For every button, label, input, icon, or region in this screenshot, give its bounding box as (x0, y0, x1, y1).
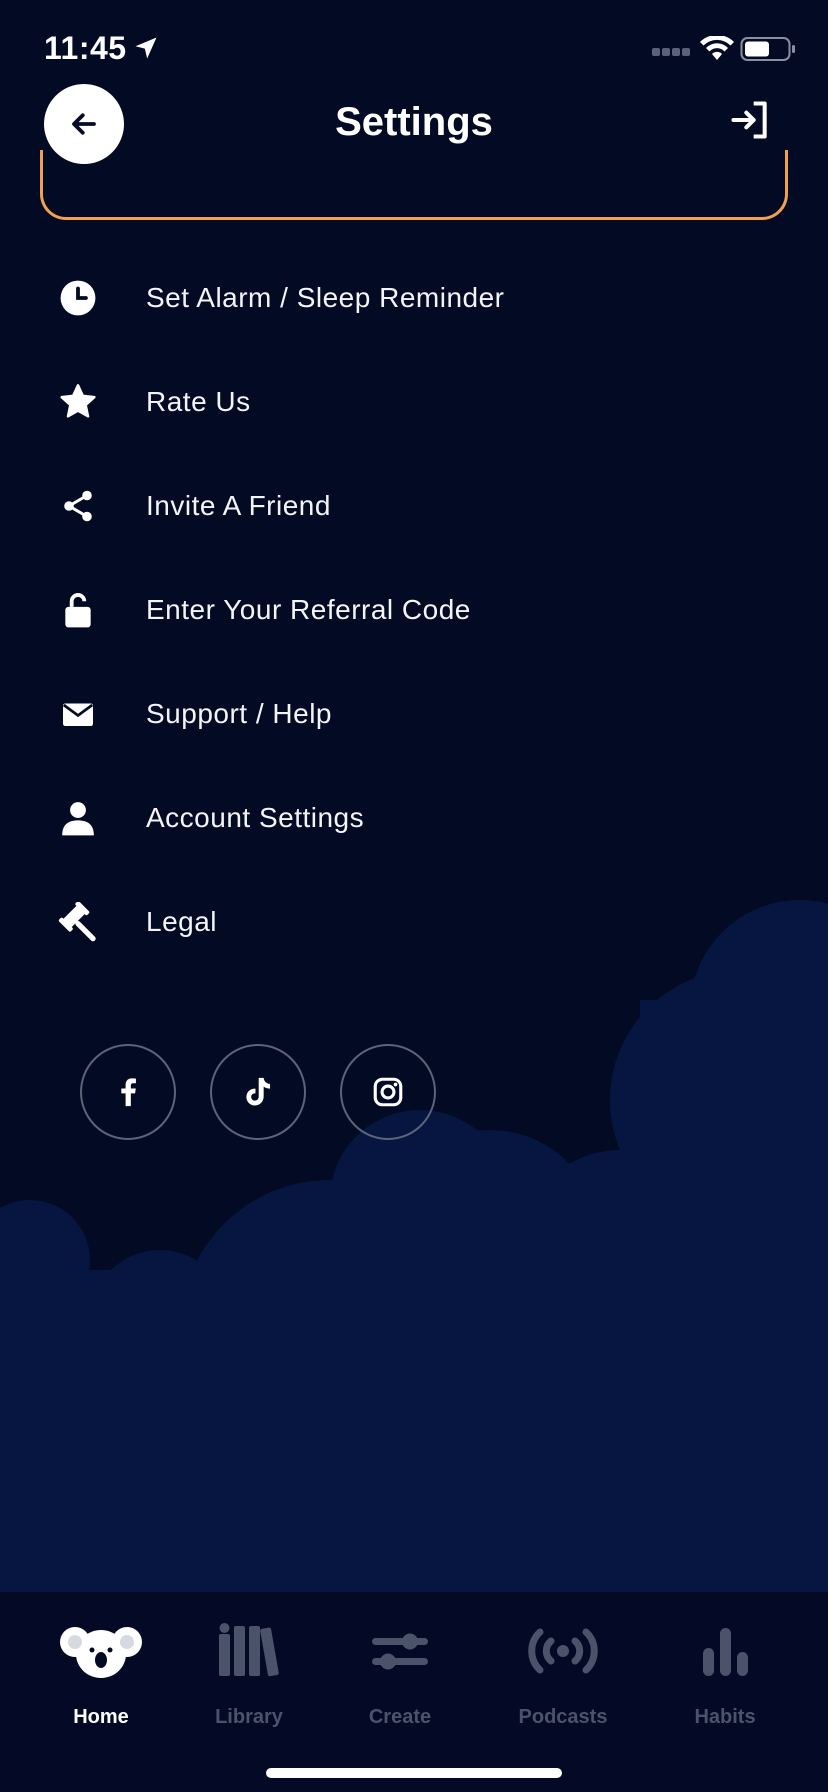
bottom-tab-bar: Home Library Create Podcasts Habits (0, 1592, 828, 1792)
battery-icon (740, 37, 795, 61)
menu-item-rate-us[interactable]: Rate Us (56, 372, 776, 432)
user-icon (62, 802, 94, 836)
tab-label: Habits (694, 1706, 756, 1728)
koala-icon (60, 1627, 142, 1678)
unlock-icon (65, 593, 91, 628)
clock-icon (60, 280, 96, 316)
menu-item-label: Set Alarm / Sleep Reminder (146, 282, 505, 313)
menu-item-label: Invite A Friend (146, 490, 331, 521)
sliders-icon (372, 1633, 428, 1670)
menu-item-label: Enter Your Referral Code (146, 594, 471, 625)
status-time: 11:45 (44, 30, 127, 66)
wifi-icon (700, 36, 734, 60)
tab-home[interactable]: Home (26, 1592, 176, 1732)
menu-item-label: Rate Us (146, 386, 251, 417)
menu-item-account[interactable]: Account Settings (56, 788, 776, 848)
tiktok-button[interactable] (210, 1044, 306, 1140)
menu-item-label: Account Settings (146, 802, 365, 833)
tab-habits[interactable]: Habits (650, 1592, 800, 1732)
star-icon (60, 384, 96, 418)
tab-label: Library (215, 1706, 283, 1728)
tab-library[interactable]: Library (174, 1592, 324, 1732)
tab-label: Home (73, 1706, 129, 1728)
tab-create[interactable]: Create (325, 1592, 475, 1732)
menu-item-label: Support / Help (146, 698, 332, 729)
instagram-button[interactable] (340, 1044, 436, 1140)
bar-chart-icon (703, 1628, 748, 1676)
home-indicator (266, 1768, 562, 1778)
cellular-signal-icon (652, 48, 690, 56)
subscription-card[interactable] (40, 150, 788, 220)
menu-item-referral[interactable]: Enter Your Referral Code (56, 580, 776, 640)
menu-item-legal[interactable]: Legal (56, 892, 776, 952)
tab-label: Create (368, 1706, 432, 1728)
books-icon (219, 1623, 279, 1677)
facebook-button[interactable] (80, 1044, 176, 1140)
menu-item-alarm[interactable]: Set Alarm / Sleep Reminder (56, 268, 776, 328)
broadcast-icon (528, 1628, 598, 1674)
location-arrow-icon (135, 37, 157, 59)
tab-label: Podcasts (518, 1706, 608, 1728)
tiktok-icon (246, 1077, 271, 1106)
page-title: Settings (335, 100, 493, 144)
instagram-icon (373, 1077, 403, 1107)
tab-podcasts[interactable]: Podcasts (488, 1592, 638, 1732)
sign-in-icon[interactable] (728, 98, 772, 142)
menu-item-label: Legal (146, 906, 218, 937)
menu-item-invite[interactable]: Invite A Friend (56, 476, 776, 536)
menu-item-support[interactable]: Support / Help (56, 684, 776, 744)
gavel-icon (58, 902, 96, 942)
facebook-icon (121, 1078, 136, 1107)
share-icon (64, 490, 92, 522)
status-bar: 11:45 (0, 0, 828, 80)
envelope-icon (62, 703, 94, 726)
